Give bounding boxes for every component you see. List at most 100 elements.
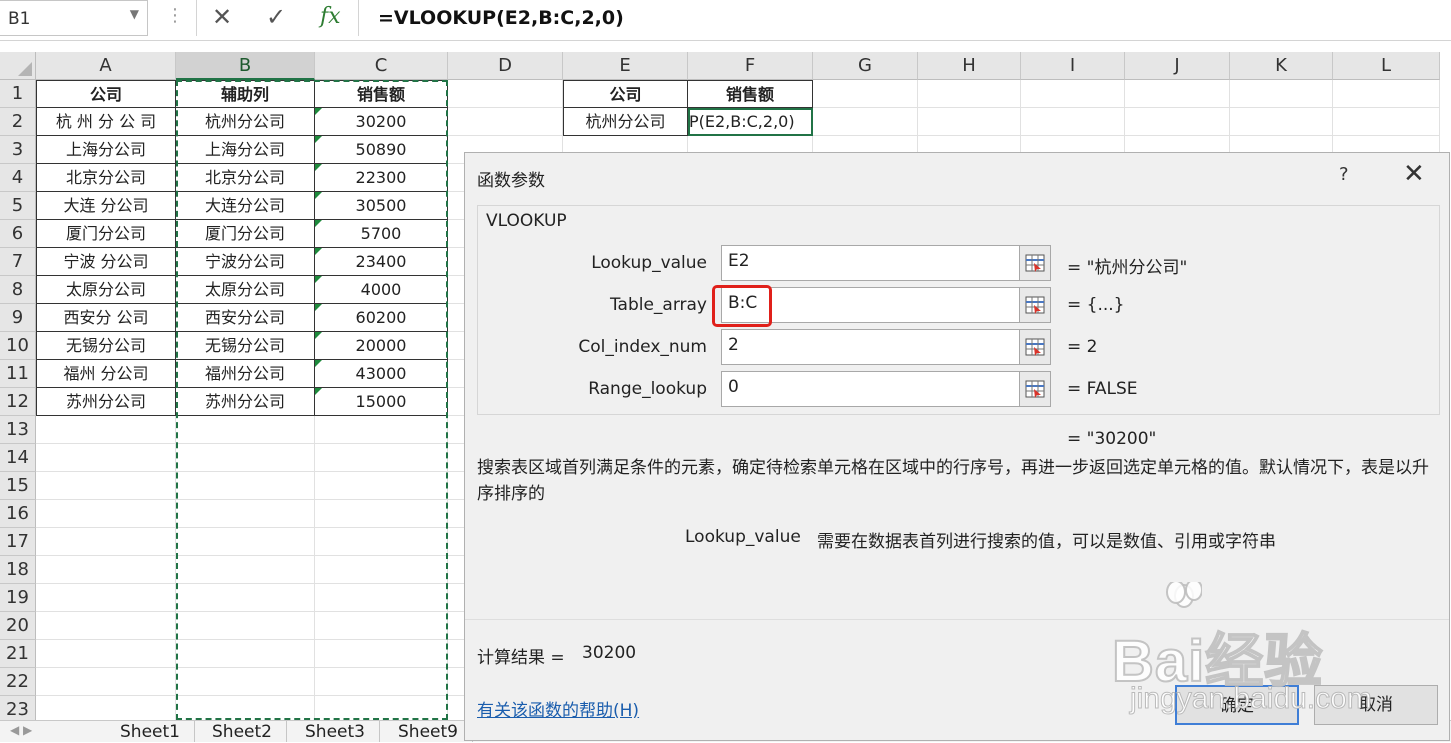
grid-cell[interactable] — [315, 500, 448, 528]
table-cell[interactable]: 太原分公司 — [176, 276, 315, 304]
row-header-7[interactable]: 7 — [0, 248, 36, 276]
table-cell[interactable]: 厦门分公司 — [176, 220, 315, 248]
collapse-dialog-icon[interactable] — [1019, 329, 1051, 365]
row-header-21[interactable]: 21 — [0, 640, 36, 668]
grid-cell[interactable] — [36, 612, 176, 640]
grid-cell[interactable] — [315, 612, 448, 640]
grid-cell[interactable] — [1230, 108, 1333, 136]
row-header-10[interactable]: 10 — [0, 332, 36, 360]
table-cell[interactable]: 20000 — [315, 332, 448, 360]
table-cell[interactable]: 30200 — [315, 108, 448, 136]
grid-cell[interactable] — [315, 584, 448, 612]
cancel-icon[interactable]: ✕ — [212, 3, 232, 31]
grid-cell[interactable] — [36, 416, 176, 444]
row-header-1[interactable]: 1 — [0, 80, 36, 108]
grid-cell[interactable] — [1230, 80, 1333, 108]
grid-cell[interactable] — [176, 556, 315, 584]
arg-input[interactable]: 2 — [721, 329, 1051, 365]
close-icon[interactable]: ✕ — [1403, 159, 1425, 189]
table-cell[interactable]: 无锡分公司 — [176, 332, 315, 360]
row-header-11[interactable]: 11 — [0, 360, 36, 388]
table-cell[interactable]: 北京分公司 — [176, 164, 315, 192]
arg-input[interactable]: 0 — [721, 371, 1051, 407]
row-header-4[interactable]: 4 — [0, 164, 36, 192]
row-header-17[interactable]: 17 — [0, 528, 36, 556]
table-cell[interactable]: 杭州分公司 — [176, 108, 315, 136]
header-cell[interactable]: 公司 — [563, 80, 688, 108]
grid-cell[interactable] — [36, 668, 176, 696]
row-header-19[interactable]: 19 — [0, 584, 36, 612]
grid-cell[interactable] — [315, 444, 448, 472]
table-cell[interactable]: 上海分公司 — [36, 136, 176, 164]
table-cell[interactable]: 杭 州 分 公 司 — [36, 108, 176, 136]
table-cell[interactable]: 22300 — [315, 164, 448, 192]
table-cell[interactable]: 福州分公司 — [176, 360, 315, 388]
table-cell[interactable]: 西安分 公司 — [36, 304, 176, 332]
column-header-k[interactable]: K — [1230, 52, 1333, 80]
name-box[interactable]: B1 ▼ — [0, 0, 148, 36]
column-header-b[interactable]: B — [176, 52, 315, 80]
grid-cell[interactable] — [448, 108, 563, 136]
chevron-down-icon[interactable]: ▼ — [130, 7, 139, 21]
grid-cell[interactable] — [315, 556, 448, 584]
table-cell[interactable]: 苏州分公司 — [36, 388, 176, 416]
table-cell[interactable]: 杭州分公司 — [563, 108, 688, 136]
grid-cell[interactable] — [448, 80, 563, 108]
grid-cell[interactable] — [1333, 108, 1440, 136]
row-header-15[interactable]: 15 — [0, 472, 36, 500]
arg-input[interactable]: E2 — [721, 245, 1051, 281]
row-header-2[interactable]: 2 — [0, 108, 36, 136]
collapse-dialog-icon[interactable] — [1019, 287, 1051, 323]
grid-cell[interactable] — [36, 584, 176, 612]
column-header-j[interactable]: J — [1125, 52, 1230, 80]
sheet-nav-arrows[interactable]: ◀ ▶ — [10, 723, 32, 737]
table-cell[interactable]: 60200 — [315, 304, 448, 332]
column-header-h[interactable]: H — [918, 52, 1021, 80]
grid-cell[interactable] — [176, 668, 315, 696]
grid-cell[interactable] — [176, 612, 315, 640]
table-cell[interactable]: 23400 — [315, 248, 448, 276]
column-header-d[interactable]: D — [448, 52, 563, 80]
grid-cell[interactable] — [36, 556, 176, 584]
grid-cell[interactable] — [315, 640, 448, 668]
row-header-9[interactable]: 9 — [0, 304, 36, 332]
grid-cell[interactable] — [1125, 80, 1230, 108]
insert-function-icon[interactable]: fx — [320, 4, 341, 29]
grid-cell[interactable] — [1125, 108, 1230, 136]
sheet-tab-sheet3[interactable]: Sheet3 — [291, 721, 380, 742]
help-icon[interactable]: ? — [1339, 164, 1349, 185]
grid-cell[interactable] — [176, 416, 315, 444]
sheet-tab-sheet1[interactable]: Sheet1 — [106, 721, 195, 742]
select-all-corner[interactable] — [0, 52, 36, 80]
row-header-5[interactable]: 5 — [0, 192, 36, 220]
header-cell[interactable]: 销售额 — [688, 80, 813, 108]
grid-cell[interactable] — [813, 108, 918, 136]
table-cell[interactable]: 福州 分公司 — [36, 360, 176, 388]
column-header-l[interactable]: L — [1333, 52, 1440, 80]
table-cell[interactable]: 上海分公司 — [176, 136, 315, 164]
grid-cell[interactable] — [36, 640, 176, 668]
table-cell[interactable]: 5700 — [315, 220, 448, 248]
grid-cell[interactable] — [176, 640, 315, 668]
table-cell[interactable]: 宁波 分公司 — [36, 248, 176, 276]
table-cell[interactable]: 厦门分公司 — [36, 220, 176, 248]
collapse-dialog-icon[interactable] — [1019, 245, 1051, 281]
row-header-13[interactable]: 13 — [0, 416, 36, 444]
grid-cell[interactable] — [918, 108, 1021, 136]
grid-cell[interactable] — [176, 584, 315, 612]
grid-cell[interactable] — [36, 528, 176, 556]
active-cell[interactable]: P(E2,B:C,2,0) — [688, 108, 813, 136]
column-header-a[interactable]: A — [36, 52, 176, 80]
column-header-c[interactable]: C — [315, 52, 448, 80]
row-header-22[interactable]: 22 — [0, 668, 36, 696]
column-header-i[interactable]: I — [1021, 52, 1125, 80]
table-cell[interactable]: 宁波分公司 — [176, 248, 315, 276]
header-cell[interactable]: 公司 — [36, 80, 176, 108]
grid-cell[interactable] — [315, 528, 448, 556]
row-header-14[interactable]: 14 — [0, 444, 36, 472]
grid-cell[interactable] — [1021, 108, 1125, 136]
table-cell[interactable]: 30500 — [315, 192, 448, 220]
grid-cell[interactable] — [315, 472, 448, 500]
grid-cell[interactable] — [1333, 80, 1440, 108]
header-cell[interactable]: 销售额 — [315, 80, 448, 108]
